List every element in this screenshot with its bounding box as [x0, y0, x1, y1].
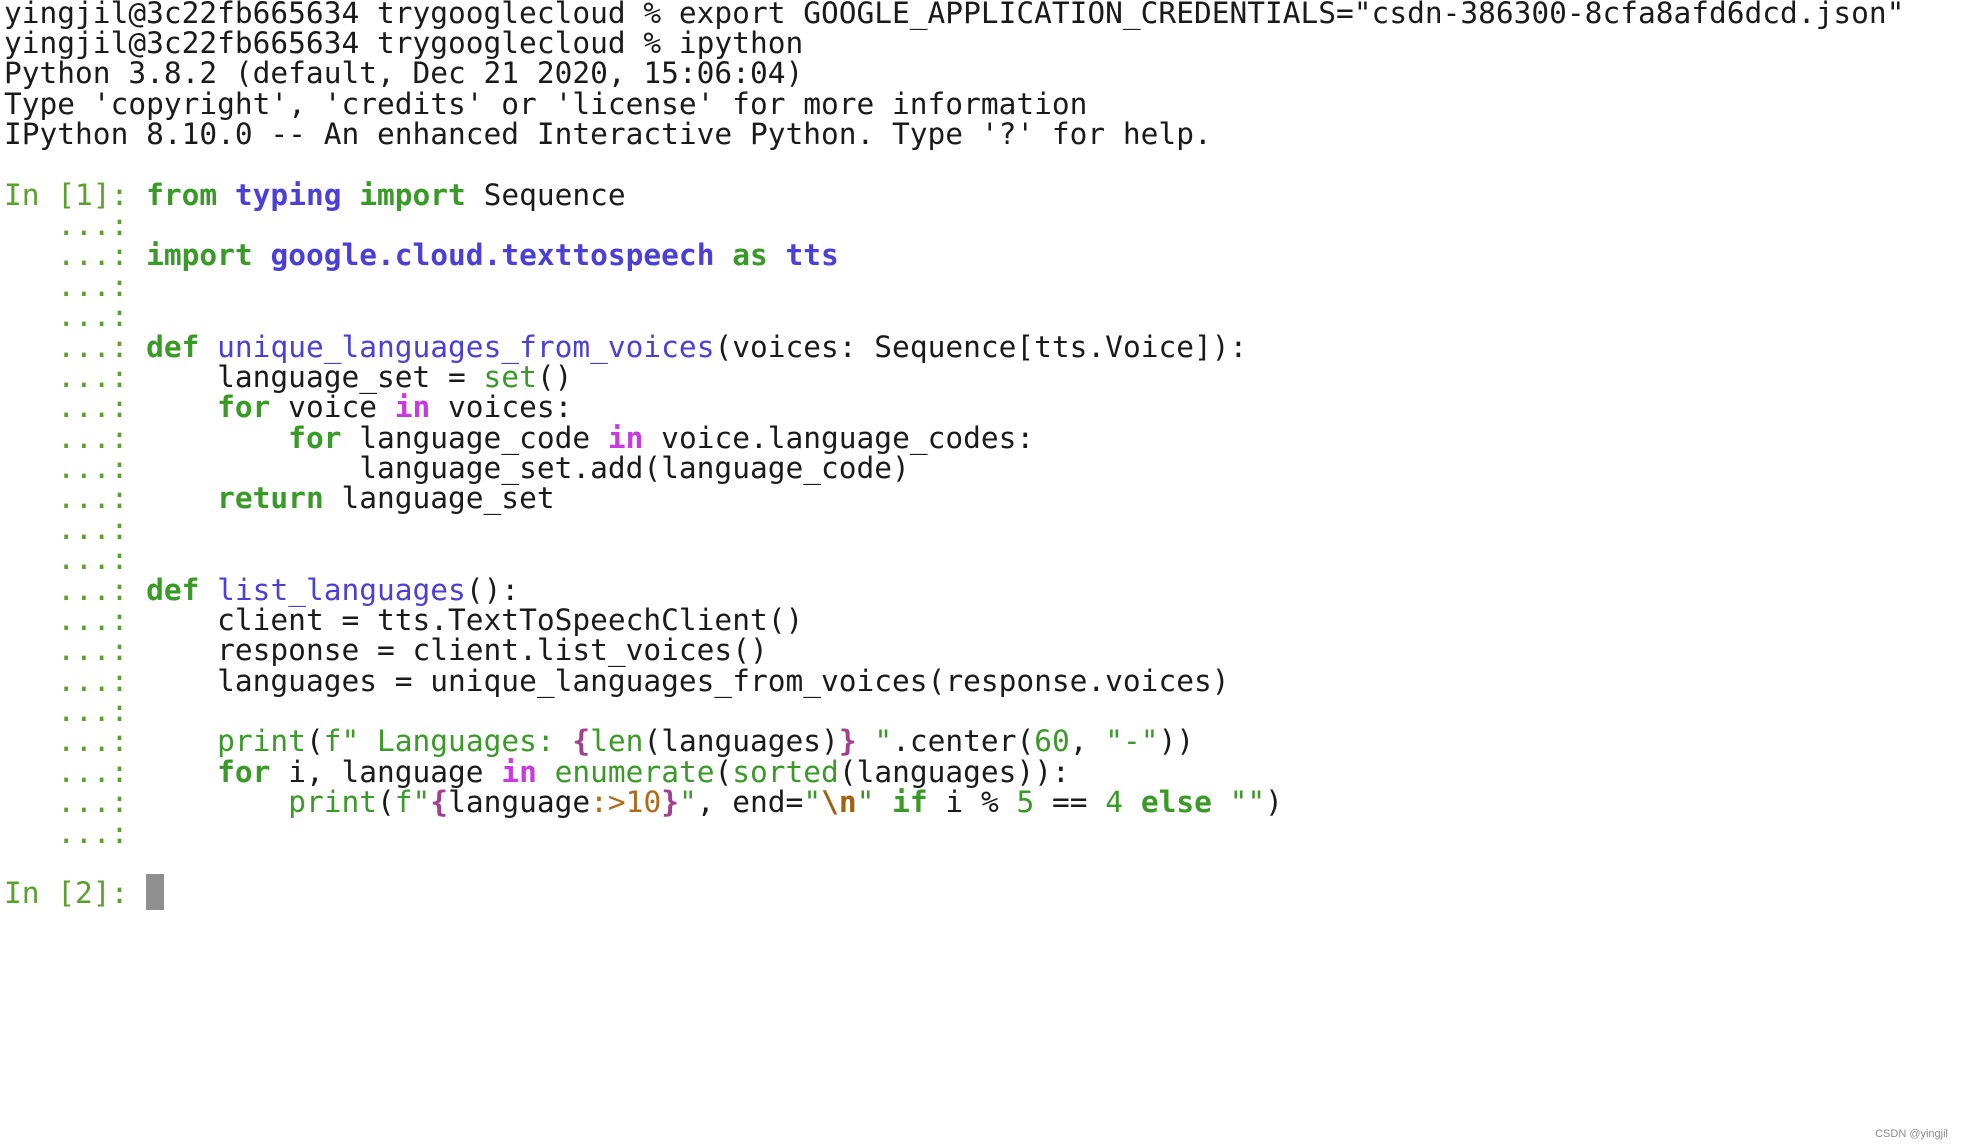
ipython-banner-line: IPython 8.10.0 -- An enhanced Interactiv… [4, 117, 1212, 151]
prompt-in2: In [2]: [4, 876, 147, 910]
code-line-17: ...: languages = unique_languages_from_v… [4, 664, 1230, 698]
text-cursor[interactable] [146, 874, 165, 910]
terminal-window[interactable]: yingjil@3c22fb665634 trygooglecloud % ex… [0, 0, 1962, 1146]
watermark: CSDN @yingjil [1875, 1128, 1948, 1140]
input-line-2[interactable]: In [2]: [4, 874, 165, 912]
code-line-21: ...: print(f"{language:>10}", end="\n" i… [4, 785, 1283, 819]
code-line-22: ...: [4, 816, 147, 850]
